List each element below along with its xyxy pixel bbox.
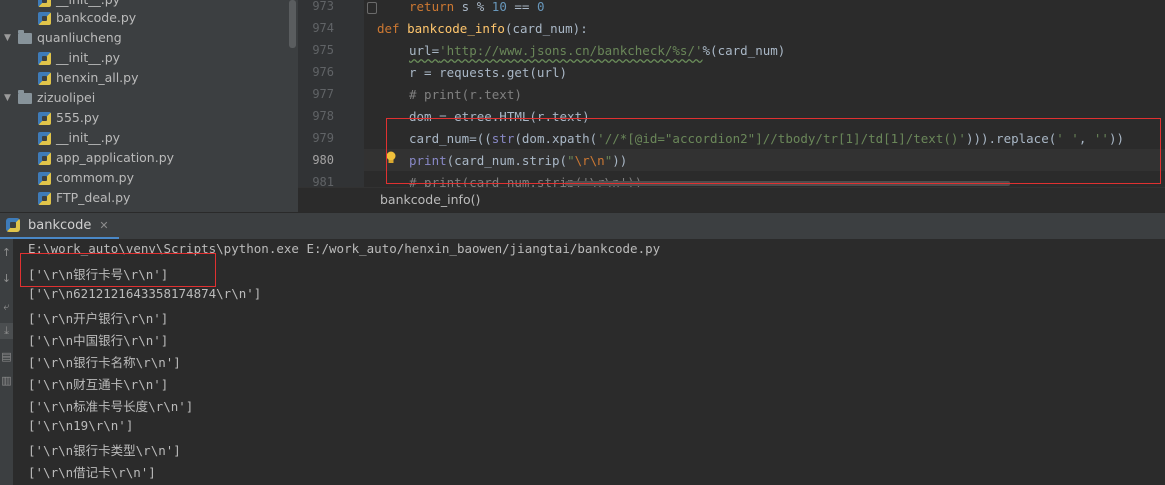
tree-item-label: __init__.py bbox=[56, 130, 121, 145]
tree-item-label: 555.py bbox=[56, 110, 100, 125]
tree-item-commom[interactable]: commom.py bbox=[38, 168, 134, 188]
console-line: ['\r\n开户银行\r\n'] bbox=[28, 311, 169, 326]
soft-wrap-icon[interactable]: ⤶ bbox=[0, 299, 13, 315]
run-console[interactable]: E:\work_auto\venv\Scripts\python.exe E:/… bbox=[13, 239, 1165, 485]
code-line-978: dom = etree.HTML(r.text) bbox=[409, 109, 590, 124]
run-panel-header: bankcode ✕ bbox=[0, 212, 1165, 240]
python-file-icon bbox=[38, 151, 51, 165]
tab-bankcode[interactable]: bankcode ✕ bbox=[0, 213, 119, 240]
line-number: 979 bbox=[312, 131, 334, 145]
editor-gutter: 973 974 975 976 977 978 979 980 981 bbox=[298, 0, 364, 187]
run-toolbar: ↑ ↓ ⤶ ⤓ ▤ ▥ bbox=[0, 239, 13, 485]
tree-item-label: bankcode.py bbox=[56, 10, 137, 25]
python-run-icon bbox=[6, 218, 20, 232]
chevron-down-icon[interactable]: ▼ bbox=[4, 88, 14, 108]
code-line-976: r = requests.get(url) bbox=[409, 65, 568, 80]
tree-item-bankcode[interactable]: bankcode.py bbox=[38, 8, 136, 28]
breadcrumb-bar: bankcode_info() bbox=[298, 187, 1165, 213]
code-editor[interactable]: return s % 10 == 0 def bankcode_info(car… bbox=[364, 0, 1165, 187]
console-line: ['\r\n中国银行\r\n'] bbox=[28, 333, 169, 348]
tree-item-label: commom.py bbox=[56, 170, 135, 185]
console-line: ['\r\n银行卡号\r\n'] bbox=[28, 267, 169, 282]
code-line-977: # print(r.text) bbox=[409, 87, 522, 102]
code-line-975: url='http://www.jsons.cn/bankcheck/%s/'%… bbox=[409, 43, 786, 58]
tree-item-init-2[interactable]: __init__.py bbox=[38, 48, 120, 68]
tree-item-label: app_application.py bbox=[56, 150, 175, 165]
stop-icon[interactable]: ↓ bbox=[0, 271, 13, 287]
python-file-icon bbox=[38, 111, 51, 125]
tree-item-label: henxin_all.py bbox=[56, 70, 139, 85]
code-line-980: print(card_num.strip("\r\n")) bbox=[409, 153, 628, 168]
code-line-973: return s % 10 == 0 bbox=[409, 0, 545, 14]
python-file-icon bbox=[38, 131, 51, 145]
tree-item-label: zizuolipei bbox=[37, 90, 96, 105]
code-line-979: card_num=((str(dom.xpath('//*[@id="accor… bbox=[409, 131, 1125, 146]
console-line-command: E:\work_auto\venv\Scripts\python.exe E:/… bbox=[28, 241, 661, 256]
line-number: 974 bbox=[312, 21, 334, 35]
code-line-974: def bankcode_info(card_num): bbox=[377, 21, 588, 36]
print-icon[interactable]: ▤ bbox=[0, 349, 13, 365]
tree-item-label: __init__.py bbox=[56, 50, 121, 65]
trash-icon[interactable]: ▥ bbox=[0, 373, 13, 389]
editor-horizontal-scrollbar[interactable] bbox=[565, 181, 1010, 186]
tree-item-init-3[interactable]: __init__.py bbox=[38, 128, 120, 148]
chevron-down-icon[interactable]: ▼ bbox=[4, 28, 14, 48]
python-file-icon bbox=[38, 51, 51, 65]
console-line: ['\r\n19\r\n'] bbox=[28, 418, 134, 433]
console-line: ['\r\n6212121643358174874\r\n'] bbox=[28, 286, 262, 301]
console-line: ['\r\n银行卡名称\r\n'] bbox=[28, 355, 181, 370]
python-file-icon bbox=[38, 0, 51, 7]
line-number: 973 bbox=[312, 0, 334, 13]
console-line: ['\r\n标准卡号长度\r\n'] bbox=[28, 399, 194, 414]
python-file-icon bbox=[38, 71, 51, 85]
close-icon[interactable]: ✕ bbox=[99, 219, 108, 232]
rerun-icon[interactable]: ↑ bbox=[0, 245, 13, 261]
tree-item-ftp-deal[interactable]: FTP_deal.py bbox=[38, 188, 130, 208]
console-line: ['\r\n财互通卡\r\n'] bbox=[28, 377, 169, 392]
line-number: 976 bbox=[312, 65, 334, 79]
tree-item-555[interactable]: 555.py bbox=[38, 108, 99, 128]
python-file-icon bbox=[38, 191, 51, 205]
tree-item-label: FTP_deal.py bbox=[56, 190, 131, 205]
tree-item-label: quanliucheng bbox=[37, 30, 122, 45]
line-number: 975 bbox=[312, 43, 334, 57]
tree-folder-quanliucheng[interactable]: ▼ quanliucheng bbox=[4, 28, 122, 48]
lightbulb-icon[interactable] bbox=[385, 151, 397, 165]
tree-item-app-application[interactable]: app_application.py bbox=[38, 148, 174, 168]
python-file-icon bbox=[38, 171, 51, 185]
line-number: 981 bbox=[312, 175, 334, 187]
scroll-to-end-icon[interactable]: ⤓ bbox=[0, 323, 13, 339]
tree-scrollbar[interactable] bbox=[289, 0, 296, 48]
line-number: 978 bbox=[312, 109, 334, 123]
breadcrumb[interactable]: bankcode_info() bbox=[380, 192, 480, 207]
tree-folder-zizuolipei[interactable]: ▼ zizuolipei bbox=[4, 88, 95, 108]
console-line: ['\r\n借记卡\r\n'] bbox=[28, 465, 156, 480]
folder-icon bbox=[18, 29, 32, 44]
line-number: 977 bbox=[312, 87, 334, 101]
line-number-current: 980 bbox=[312, 153, 334, 167]
tab-label: bankcode bbox=[28, 217, 92, 233]
tree-item-henxin-all[interactable]: henxin_all.py bbox=[38, 68, 139, 88]
project-tree: __init__.py bankcode.py ▼ quanliucheng _… bbox=[0, 0, 298, 212]
python-file-icon bbox=[38, 11, 51, 25]
folder-icon bbox=[18, 89, 32, 104]
console-line: ['\r\n银行卡类型\r\n'] bbox=[28, 443, 181, 458]
